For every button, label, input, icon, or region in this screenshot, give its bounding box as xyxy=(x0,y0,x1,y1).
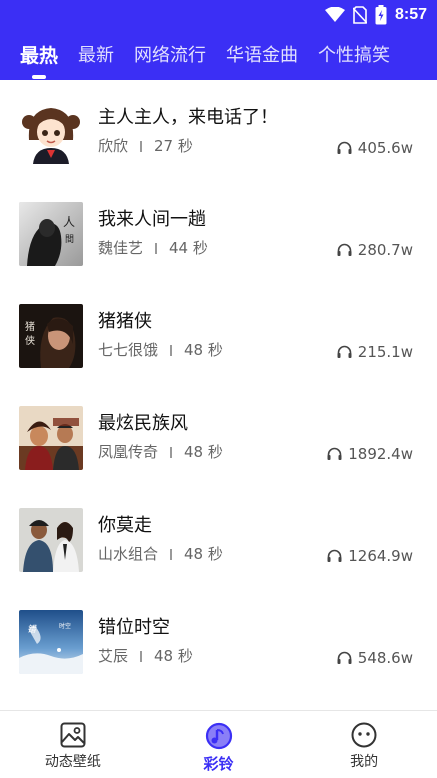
duration: 48 秒 xyxy=(184,341,223,359)
artist-name: 艾辰 xyxy=(98,647,129,665)
list-item[interactable]: 你莫走 山水组合 48 秒 1264.9w xyxy=(0,488,437,590)
headphones-icon xyxy=(337,243,352,256)
play-count: 548.6w xyxy=(337,649,413,667)
artist-name: 山水组合 xyxy=(98,545,159,563)
play-count-value: 548.6w xyxy=(357,649,413,667)
song-title: 我来人间一趟 xyxy=(98,209,206,230)
headphones-icon xyxy=(327,447,342,460)
duration: 44 秒 xyxy=(169,239,208,257)
tab-label: 最新 xyxy=(78,45,115,66)
headphones-icon xyxy=(337,345,352,358)
tab-chinese-classics[interactable]: 华语金曲 xyxy=(226,42,298,70)
bottom-navigation: 动态壁纸 彩铃 我的 xyxy=(0,710,437,778)
list-item[interactable]: 主人主人，来电话了！ 欣欣 27 秒 405.6w xyxy=(0,80,437,182)
headphones-icon xyxy=(327,549,342,562)
tab-funny[interactable]: 个性搞笑 xyxy=(318,42,390,70)
tab-hottest[interactable]: 最热 xyxy=(20,42,59,79)
play-count: 1264.9w xyxy=(327,547,413,565)
artist-name: 欣欣 xyxy=(98,137,129,155)
divider xyxy=(140,140,143,152)
list-item[interactable]: 猪 侠 猪猪侠 七七很饿 48 秒 215.1w xyxy=(0,284,437,386)
cover-image xyxy=(19,508,83,572)
play-count-value: 405.6w xyxy=(357,139,413,157)
duration: 48 秒 xyxy=(154,647,193,665)
ringtone-list: 主人主人，来电话了！ 欣欣 27 秒 405.6w 人 間 我来人间一趟 魏佳艺… xyxy=(0,80,437,692)
divider xyxy=(140,650,143,662)
play-count-value: 280.7w xyxy=(357,241,413,259)
svg-text:侠: 侠 xyxy=(25,334,35,347)
list-item[interactable]: 人 間 我来人间一趟 魏佳艺 44 秒 280.7w xyxy=(0,182,437,284)
artist-name: 魏佳艺 xyxy=(98,239,144,257)
duration: 48 秒 xyxy=(184,443,223,461)
play-count-value: 1892.4w xyxy=(348,445,413,463)
song-title: 猪猪侠 xyxy=(98,311,152,332)
tab-active-indicator xyxy=(32,75,46,79)
image-icon xyxy=(60,722,86,748)
status-bar: 8:57 xyxy=(0,0,437,30)
svg-text:时空: 时空 xyxy=(59,622,71,630)
svg-text:間: 間 xyxy=(65,234,74,245)
play-count-value: 215.1w xyxy=(357,343,413,361)
divider xyxy=(170,548,173,560)
play-count-value: 1264.9w xyxy=(348,547,413,565)
song-title: 你莫走 xyxy=(98,515,152,536)
cover-image xyxy=(19,406,83,470)
tab-label: 最热 xyxy=(20,45,59,67)
divider xyxy=(170,446,173,458)
cover-image: 错 时空 xyxy=(19,610,83,674)
duration: 48 秒 xyxy=(184,545,223,563)
cover-image: 人 間 xyxy=(19,202,83,266)
divider xyxy=(170,344,173,356)
list-item[interactable]: 错 时空 错位时空 艾辰 48 秒 548.6w xyxy=(0,590,437,692)
headphones-icon xyxy=(337,651,352,664)
song-title: 主人主人，来电话了！ xyxy=(98,107,278,128)
song-title: 错位时空 xyxy=(98,617,170,638)
battery-icon xyxy=(375,5,387,25)
category-tabs: 最热 最新 网络流行 华语金曲 个性搞笑 xyxy=(0,40,437,79)
play-count: 1892.4w xyxy=(327,445,413,463)
nav-live-wallpaper[interactable]: 动态壁纸 xyxy=(0,711,146,778)
nav-ringtone[interactable]: 彩铃 xyxy=(146,711,292,778)
top-header: 8:57 最热 最新 网络流行 华语金曲 个性搞笑 xyxy=(0,0,437,80)
play-count: 405.6w xyxy=(337,139,413,157)
tab-label: 华语金曲 xyxy=(226,45,299,66)
nav-label: 我的 xyxy=(350,754,379,770)
tab-internet-popular[interactable]: 网络流行 xyxy=(134,42,206,70)
duration: 27 秒 xyxy=(154,137,193,155)
nav-label: 彩铃 xyxy=(203,755,234,773)
artist-name: 七七很饿 xyxy=(98,341,159,359)
music-disc-icon xyxy=(205,722,232,750)
cover-image xyxy=(19,100,83,164)
no-sim-icon xyxy=(352,6,367,24)
artist-name: 凤凰传奇 xyxy=(98,443,159,461)
play-count: 215.1w xyxy=(337,343,413,361)
nav-label: 动态壁纸 xyxy=(44,754,101,770)
wifi-icon xyxy=(324,7,345,23)
tab-label: 网络流行 xyxy=(134,45,207,66)
tab-label: 个性搞笑 xyxy=(318,45,391,66)
song-title: 最炫民族风 xyxy=(98,413,188,434)
list-item[interactable]: 最炫民族风 凤凰传奇 48 秒 1892.4w xyxy=(0,386,437,488)
svg-text:猪: 猪 xyxy=(25,321,35,333)
cover-image: 猪 侠 xyxy=(19,304,83,368)
nav-mine[interactable]: 我的 xyxy=(291,711,437,778)
tab-newest[interactable]: 最新 xyxy=(78,42,114,70)
play-count: 280.7w xyxy=(337,241,413,259)
face-icon xyxy=(351,722,377,748)
headphones-icon xyxy=(337,141,352,154)
svg-text:人: 人 xyxy=(63,215,75,229)
status-time: 8:57 xyxy=(394,6,427,23)
divider xyxy=(155,242,158,254)
